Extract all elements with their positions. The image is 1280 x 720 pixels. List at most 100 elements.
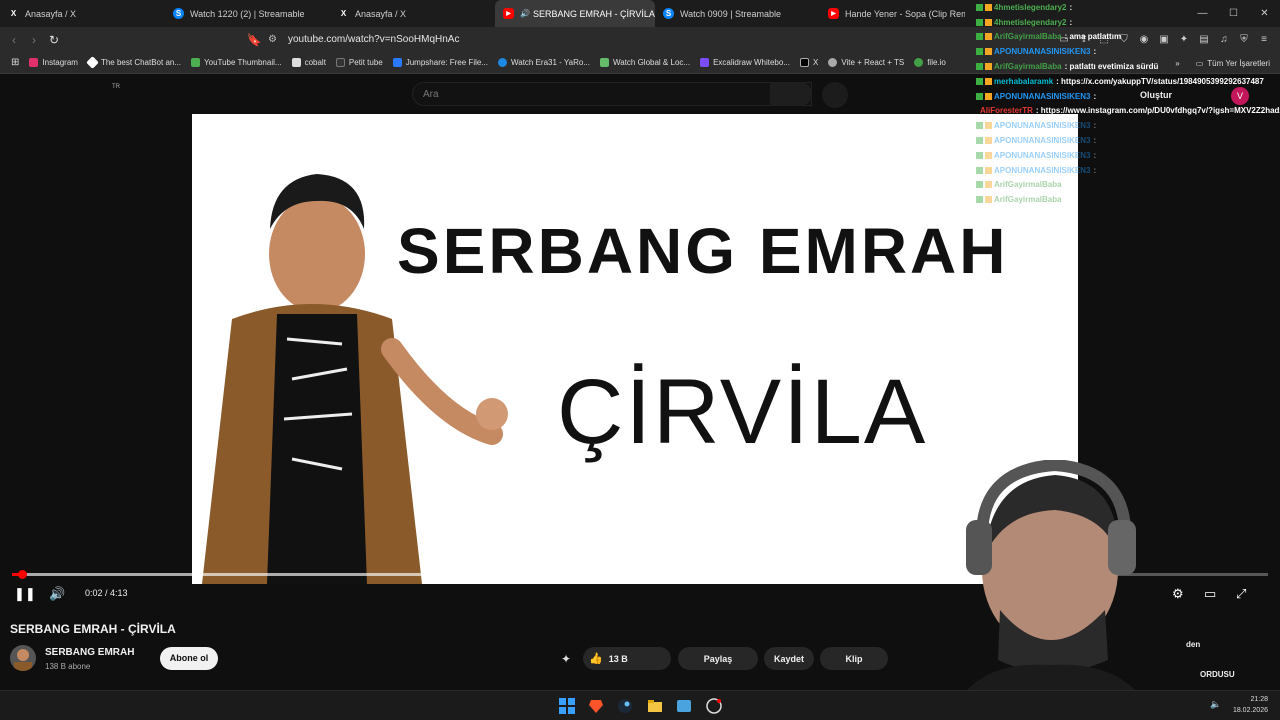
- tab-streamable-0909[interactable]: S Watch 0909 | Streamable: [655, 0, 820, 27]
- theater-mode-icon[interactable]: ▭: [1204, 586, 1216, 602]
- tab-label: Watch 0909 | Streamable: [680, 8, 782, 19]
- chat-text: :: [1064, 195, 1068, 205]
- volume-icon[interactable]: 🔊: [49, 586, 65, 602]
- globe-icon: [828, 58, 838, 67]
- os-taskbar: 🔈 21:28 18.02.2026: [0, 690, 1280, 720]
- chat-message: APONUNANASINISIKEN3:: [976, 118, 1276, 133]
- save-button[interactable]: Kaydet: [764, 647, 814, 670]
- bookmark-item[interactable]: Watch Era31 - YaRo...: [493, 58, 595, 67]
- app-icon[interactable]: [676, 698, 692, 714]
- voice-search-button[interactable]: [822, 82, 848, 108]
- petit-tube-icon: [335, 58, 345, 67]
- speaker-tray-icon[interactable]: 🔈: [1210, 699, 1221, 710]
- search-input[interactable]: Ara: [412, 82, 812, 106]
- channel-avatar[interactable]: [10, 645, 36, 671]
- time-display: 0:02 / 4:13: [85, 588, 128, 598]
- moderator-badge-icon: [976, 151, 983, 159]
- back-icon[interactable]: ‹: [4, 33, 24, 47]
- settings-gear-icon[interactable]: ⚙: [1172, 586, 1184, 602]
- chat-username: merhabalaramk: [994, 76, 1054, 86]
- obs-icon[interactable]: [706, 698, 722, 714]
- bookmark-item[interactable]: Petit tube: [331, 58, 388, 67]
- bookmark-item[interactable]: Vite + React + TS: [823, 58, 909, 67]
- tab-x-home[interactable]: X Anasayfa / X: [0, 0, 165, 27]
- chat-message: 4hmetislegendary2:: [976, 15, 1276, 30]
- bookmark-item[interactable]: The best ChatBot an...: [83, 56, 186, 69]
- chat-username: APONUNANASINISIKEN3: [994, 91, 1091, 101]
- subscriber-badge-icon: [985, 92, 992, 100]
- file-explorer-icon[interactable]: [647, 698, 663, 714]
- like-button[interactable]: 👍 13 B: [583, 647, 671, 670]
- subscriber-badge-icon: [985, 18, 992, 26]
- moderator-badge-icon: [976, 18, 983, 26]
- moderator-badge-icon: [976, 166, 983, 174]
- instagram-icon: [29, 58, 39, 67]
- share-button[interactable]: Paylaş: [678, 647, 758, 670]
- thumbnail-song-text: ÇİRVİLA: [557, 361, 928, 463]
- chat-username: 4hmetislegendary2: [994, 2, 1067, 12]
- forward-icon[interactable]: ›: [24, 33, 44, 47]
- tab-label: Anasayfa / X: [355, 8, 407, 19]
- youtube-icon: ▶: [503, 8, 514, 19]
- moderator-badge-icon: [976, 63, 983, 71]
- chat-username: ArifGayirmalBaba: [994, 180, 1062, 190]
- windows-start-icon[interactable]: [559, 698, 575, 714]
- sidebar-label: ORDUSU: [1200, 670, 1235, 679]
- tab-youtube-active[interactable]: ▶ 🔊 SERBANG EMRAH - ÇİRVİLA ✕: [495, 0, 655, 27]
- chat-text: : ama patlattım: [1064, 32, 1122, 42]
- bookmark-item[interactable]: Watch Global & Loc...: [595, 58, 695, 67]
- channel-avatar-image: [14, 649, 32, 671]
- chat-text: : https://x.com/yakuppTV/status/19849053…: [1056, 76, 1264, 86]
- bookmark-item[interactable]: YouTube Thumbnail...: [186, 58, 287, 67]
- channel-name[interactable]: SERBANG EMRAH: [45, 647, 134, 658]
- jumpshare-icon: [392, 58, 402, 67]
- streamable-icon: S: [173, 8, 184, 19]
- system-clock[interactable]: 21:28 18.02.2026: [1233, 694, 1268, 716]
- subscriber-badge-icon: [985, 166, 992, 174]
- bookmark-item[interactable]: Jumpshare: Free File...: [388, 58, 493, 67]
- chat-message: ArifGayirmalBaba: patlattı evetimiza sür…: [976, 59, 1276, 74]
- x-icon: X: [10, 9, 17, 18]
- cobalt-icon: [291, 58, 301, 67]
- progress-scrubber[interactable]: [18, 570, 27, 579]
- tab-x-home-2[interactable]: X Anasayfa / X: [330, 0, 495, 27]
- reload-icon[interactable]: ↻: [44, 33, 64, 47]
- subscriber-badge-icon: [985, 137, 992, 145]
- webcam-overlay: [950, 460, 1155, 720]
- subscriber-badge-icon: [985, 33, 992, 41]
- pause-icon[interactable]: ❚❚: [14, 586, 36, 602]
- moderator-badge-icon: [976, 33, 983, 41]
- tab-streamable-1220[interactable]: S Watch 1220 (2) | Streamable: [165, 0, 330, 27]
- sparkle-icon[interactable]: ✦: [561, 652, 571, 666]
- clip-button[interactable]: Klip: [820, 647, 888, 670]
- chat-username: APONUNANASINISIKEN3: [994, 121, 1091, 131]
- search-button[interactable]: [770, 82, 812, 106]
- tab-youtube-hande[interactable]: ▶ Hande Yener - Sopa (Clip Remix): [820, 0, 965, 27]
- subscribe-button[interactable]: Abone ol: [160, 647, 218, 670]
- bookmark-item[interactable]: Instagram: [24, 58, 83, 67]
- youtube-icon: ▶: [828, 8, 839, 19]
- fullscreen-icon[interactable]: ⤢: [1236, 586, 1246, 602]
- site-settings-icon[interactable]: ⚙: [268, 34, 280, 46]
- moderator-badge-icon: [976, 92, 983, 100]
- chat-username: ArifGayirmalBaba: [994, 195, 1062, 205]
- chat-text: : https://www.instagram.com/p/DU0vfdhgq7…: [1035, 106, 1280, 116]
- chat-username: APONUNANASINISIKEN3: [994, 150, 1091, 160]
- bookmark-item[interactable]: cobalt: [287, 58, 331, 67]
- bookmark-item[interactable]: file.io: [909, 58, 951, 67]
- bookmark-icon[interactable]: 🔖: [244, 33, 264, 47]
- brave-browser-icon[interactable]: [588, 698, 604, 714]
- chat-message: APONUNANASINISIKEN3:: [976, 148, 1276, 163]
- chat-message: ArifGayirmalBaba: ama patlattım: [976, 30, 1276, 45]
- bookmark-item[interactable]: Excalidraw Whitebo...: [695, 58, 795, 67]
- subscriber-badge-icon: [985, 151, 992, 159]
- apps-icon[interactable]: ⊞: [6, 57, 24, 68]
- steam-icon[interactable]: [617, 698, 633, 714]
- address-bar[interactable]: ⚙ youtube.com/watch?v=nSooHMqHnAc: [268, 30, 968, 49]
- speaker-icon: 🔊: [520, 9, 530, 18]
- chat-text: :: [1093, 150, 1097, 160]
- moderator-badge-icon: [976, 181, 983, 189]
- bookmark-item[interactable]: X: [795, 58, 823, 67]
- subscriber-badge-icon: [985, 196, 992, 204]
- watch-global-icon: [599, 58, 609, 67]
